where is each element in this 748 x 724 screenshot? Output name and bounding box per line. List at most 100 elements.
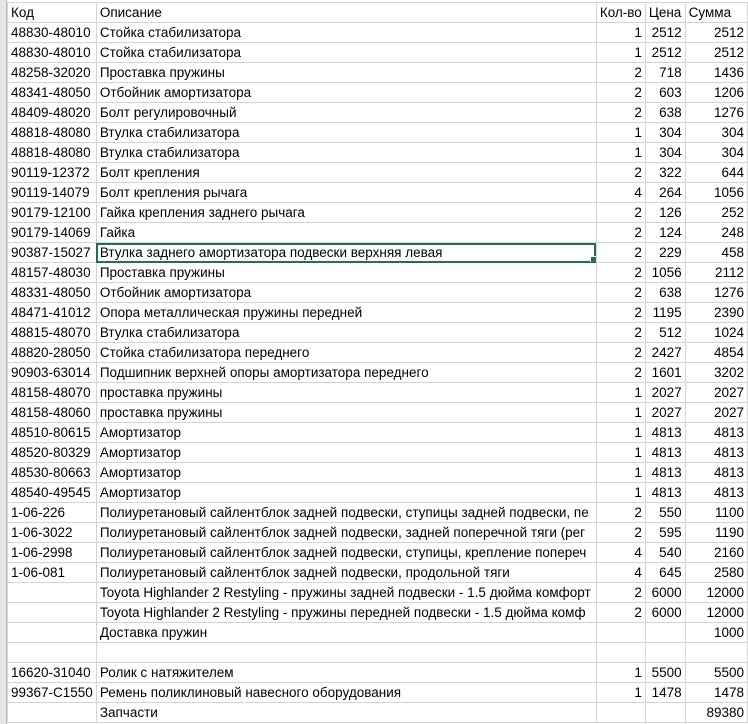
cell-price[interactable]: 1601 [644,362,686,383]
cell-code[interactable]: 1-06-3022 [7,522,97,543]
cell-code[interactable]: 48540-49545 [7,482,97,503]
cell-description[interactable]: Ремень поликлиновый навесного оборудован… [95,682,597,703]
cell-sum[interactable]: 1190 [684,522,748,543]
cell-description[interactable]: Втулка стабилизатора [95,322,597,343]
cell-price[interactable]: 540 [644,542,686,563]
cell-qty[interactable]: 2 [595,522,646,543]
cell-qty[interactable]: 2 [595,602,646,623]
cell-price[interactable] [644,622,686,643]
cell-sum[interactable]: 2027 [684,402,748,423]
cell-sum[interactable]: 304 [684,122,748,143]
cell-code[interactable]: 90179-12100 [7,202,97,223]
cell-price[interactable]: 595 [644,522,686,543]
cell-price[interactable]: Цена [644,2,686,23]
cell-price[interactable]: 4813 [644,482,686,503]
cell-code[interactable]: 48818-48080 [7,122,97,143]
cell-qty[interactable]: 1 [595,442,646,463]
cell-price[interactable]: 4813 [644,422,686,443]
cell-price[interactable]: 638 [644,102,686,123]
cell-description[interactable]: Амортизатор [95,482,597,503]
cell-qty[interactable] [595,702,646,723]
cell-description[interactable]: Отбойник амортизатора [95,82,597,103]
cell-code[interactable] [7,582,97,603]
cell-qty[interactable]: 1 [595,482,646,503]
cell-price[interactable]: 5500 [644,662,686,683]
cell-price[interactable]: 124 [644,222,686,243]
cell-code[interactable]: 99367-C1550 [7,682,97,703]
cell-code[interactable]: 48409-48020 [7,102,97,123]
cell-sum[interactable]: 4813 [684,482,748,503]
cell-qty[interactable]: 1 [595,662,646,683]
cell-price[interactable]: 2512 [644,22,686,43]
cell-sum[interactable]: 2512 [684,22,748,43]
cell-code[interactable]: Код [7,2,97,23]
cell-description[interactable]: проставка пружины [95,382,597,403]
cell-price[interactable]: 4813 [644,442,686,463]
cell-sum[interactable]: 1478 [684,682,748,703]
cell-qty[interactable]: 1 [595,142,646,163]
cell-price[interactable]: 550 [644,502,686,523]
cell-sum[interactable] [684,642,748,663]
cell-code[interactable]: 48520-80329 [7,442,97,463]
cell-code[interactable]: 48158-48070 [7,382,97,403]
cell-description[interactable]: Описание [95,2,597,23]
cell-code[interactable]: 1-06-2998 [7,542,97,563]
cell-description[interactable]: Проставка пружины [95,262,597,283]
cell-qty[interactable]: 2 [595,102,646,123]
cell-qty[interactable]: 2 [595,162,646,183]
cell-code[interactable]: 1-06-081 [7,562,97,583]
row-headers[interactable] [0,0,7,724]
cell-price[interactable]: 638 [644,282,686,303]
cell-sum[interactable]: 4813 [684,442,748,463]
cell-qty[interactable]: 1 [595,462,646,483]
cell-code[interactable]: 48471-41012 [7,302,97,323]
cell-price[interactable]: 603 [644,82,686,103]
cell-qty[interactable]: 2 [595,262,646,283]
cell-description[interactable]: Втулка заднего амортизатора подвески вер… [95,242,597,263]
cell-sum[interactable]: 1000 [684,622,748,643]
cell-price[interactable]: 512 [644,322,686,343]
cell-code[interactable]: 90903-63014 [7,362,97,383]
cell-qty[interactable]: 1 [595,402,646,423]
cell-code[interactable]: 48818-48080 [7,142,97,163]
cell-description[interactable]: Болт крепления рычага [95,182,597,203]
cell-price[interactable]: 2027 [644,382,686,403]
cell-description[interactable]: Опора металлическая пружины передней [95,302,597,323]
cell-code[interactable]: 90119-14079 [7,182,97,203]
cell-qty[interactable]: 2 [595,222,646,243]
cell-price[interactable]: 1056 [644,262,686,283]
cell-code[interactable]: 48158-48060 [7,402,97,423]
cell-code[interactable]: 48157-48030 [7,262,97,283]
cell-sum[interactable]: 12000 [684,582,748,603]
cell-price[interactable]: 645 [644,562,686,583]
cell-qty[interactable]: 2 [595,82,646,103]
cell-description[interactable]: Стойка стабилизатора [95,22,597,43]
cell-sum[interactable]: 1276 [684,282,748,303]
cell-description[interactable]: Гайка [95,222,597,243]
cell-qty[interactable]: 2 [595,502,646,523]
cell-code[interactable] [7,702,97,723]
cell-price[interactable]: 1478 [644,682,686,703]
cell-description[interactable]: Полиуретановый сайлентблок задней подвес… [95,542,597,563]
cell-description[interactable]: Ролик с натяжителем [95,662,597,683]
cell-description[interactable]: проставка пружины [95,402,597,423]
cell-description[interactable] [95,642,597,663]
cell-sum[interactable]: 1100 [684,502,748,523]
cell-description[interactable]: Втулка стабилизатора [95,142,597,163]
cell-description[interactable]: Проставка пружины [95,62,597,83]
cell-code[interactable]: 48530-80663 [7,462,97,483]
cell-price[interactable] [644,702,686,723]
cell-sum[interactable]: 3202 [684,362,748,383]
cell-price[interactable]: 2427 [644,342,686,363]
cell-code[interactable]: 1-06-226 [7,502,97,523]
cell-sum[interactable]: 2390 [684,302,748,323]
cell-code[interactable]: 48510-80615 [7,422,97,443]
cell-qty[interactable]: 4 [595,562,646,583]
cell-price[interactable]: 322 [644,162,686,183]
cell-qty[interactable]: 2 [595,282,646,303]
cell-qty[interactable]: Кол-во [595,2,646,23]
cell-code[interactable]: 90179-14069 [7,222,97,243]
cell-qty[interactable]: 1 [595,22,646,43]
cell-code[interactable]: 48820-28050 [7,342,97,363]
cell-description[interactable]: Болт крепления [95,162,597,183]
